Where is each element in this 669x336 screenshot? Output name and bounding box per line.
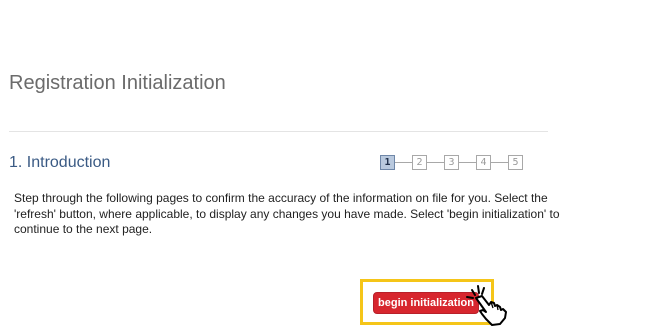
- step-2[interactable]: 2: [412, 155, 427, 170]
- step-1[interactable]: 1: [380, 155, 395, 170]
- section-title: 1. Introduction: [9, 154, 111, 171]
- step-4[interactable]: 4: [476, 155, 491, 170]
- step-connector: [427, 162, 444, 163]
- step-5[interactable]: 5: [508, 155, 523, 170]
- title-divider: [9, 131, 548, 132]
- step-indicator: 1 2 3 4 5: [380, 154, 523, 171]
- begin-initialization-button[interactable]: begin initialization: [373, 292, 479, 314]
- instructions-text: Step through the following pages to conf…: [14, 191, 560, 236]
- step-connector: [491, 162, 508, 163]
- step-3[interactable]: 3: [444, 155, 459, 170]
- step-connector: [395, 162, 412, 163]
- step-connector: [459, 162, 476, 163]
- page-title: Registration Initialization: [9, 72, 226, 94]
- registration-page: Registration Initialization 1. Introduct…: [0, 0, 669, 336]
